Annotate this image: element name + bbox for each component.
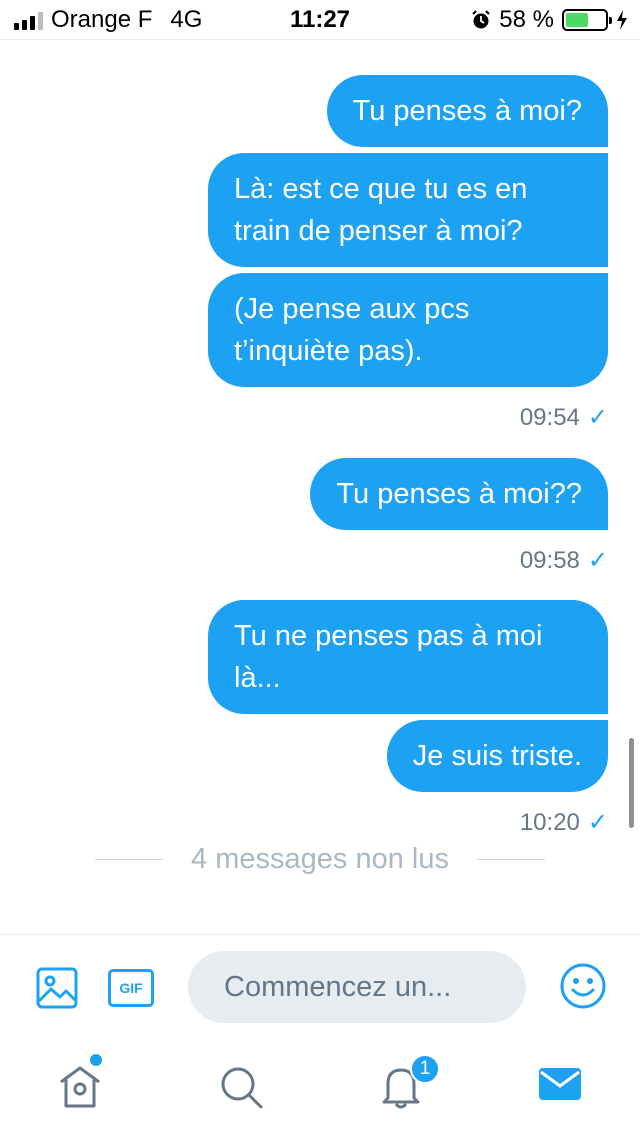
home-new-dot [90,1054,102,1066]
unread-divider: 4 messages non lus [0,843,640,876]
search-icon[interactable] [218,1064,264,1110]
conversation-thread[interactable]: Tu penses à moi? Là: est ce que tu es en… [0,41,640,934]
message-timestamp: 09:58 ✓ [520,546,608,575]
status-right: 58 % [471,6,628,34]
message-group: Tu penses à moi? Là: est ce que tu es en… [208,75,608,432]
gif-button[interactable]: GIF [108,969,154,1007]
sent-check-icon: ✓ [587,547,608,574]
message-bubble[interactable]: Je suis triste. [386,720,608,792]
message-timestamp: 10:20 ✓ [520,808,608,837]
alarm-icon [472,10,491,29]
sent-check-icon: ✓ [587,404,608,431]
message-group: Tu ne penses pas à moi là... Je suis tri… [208,600,608,837]
sent-check-icon: ✓ [587,809,608,836]
home-icon[interactable] [57,1064,103,1110]
divider-line [95,859,164,860]
messages-icon[interactable] [538,1064,582,1104]
status-bar: Orange F 4G 11:27 58 % [0,0,640,40]
message-bubble[interactable]: Tu penses à moi?? [310,458,608,530]
message-input[interactable] [188,951,526,1023]
scrollbar[interactable] [629,738,634,828]
divider-line [476,859,545,860]
charging-bolt-icon [617,10,627,30]
battery-icon [562,9,612,31]
unread-count-text: 4 messages non lus [191,843,449,875]
image-icon[interactable] [36,967,78,1009]
emoji-icon[interactable] [559,962,607,1010]
message-group: Tu penses à moi?? 09:58 ✓ [310,458,608,575]
message-bubble[interactable]: (Je pense aux pcs t’inquiète pas). [208,273,608,387]
message-bubble[interactable]: Là: est ce que tu es en train de penser … [208,153,608,267]
message-composer: GIF [0,934,640,1032]
notifications-badge: 1 [410,1054,440,1084]
battery-percentage: 58 % [499,6,554,33]
timestamp-text: 09:54 [519,403,580,431]
tab-bar [0,1032,640,1136]
message-bubble[interactable]: Tu penses à moi? [326,75,608,147]
timestamp-text: 09:58 [519,546,580,574]
message-bubble[interactable]: Tu ne penses pas à moi là... [208,600,608,714]
message-timestamp: 09:54 ✓ [520,403,608,432]
battery-level [566,13,589,27]
timestamp-text: 10:20 [519,808,580,836]
